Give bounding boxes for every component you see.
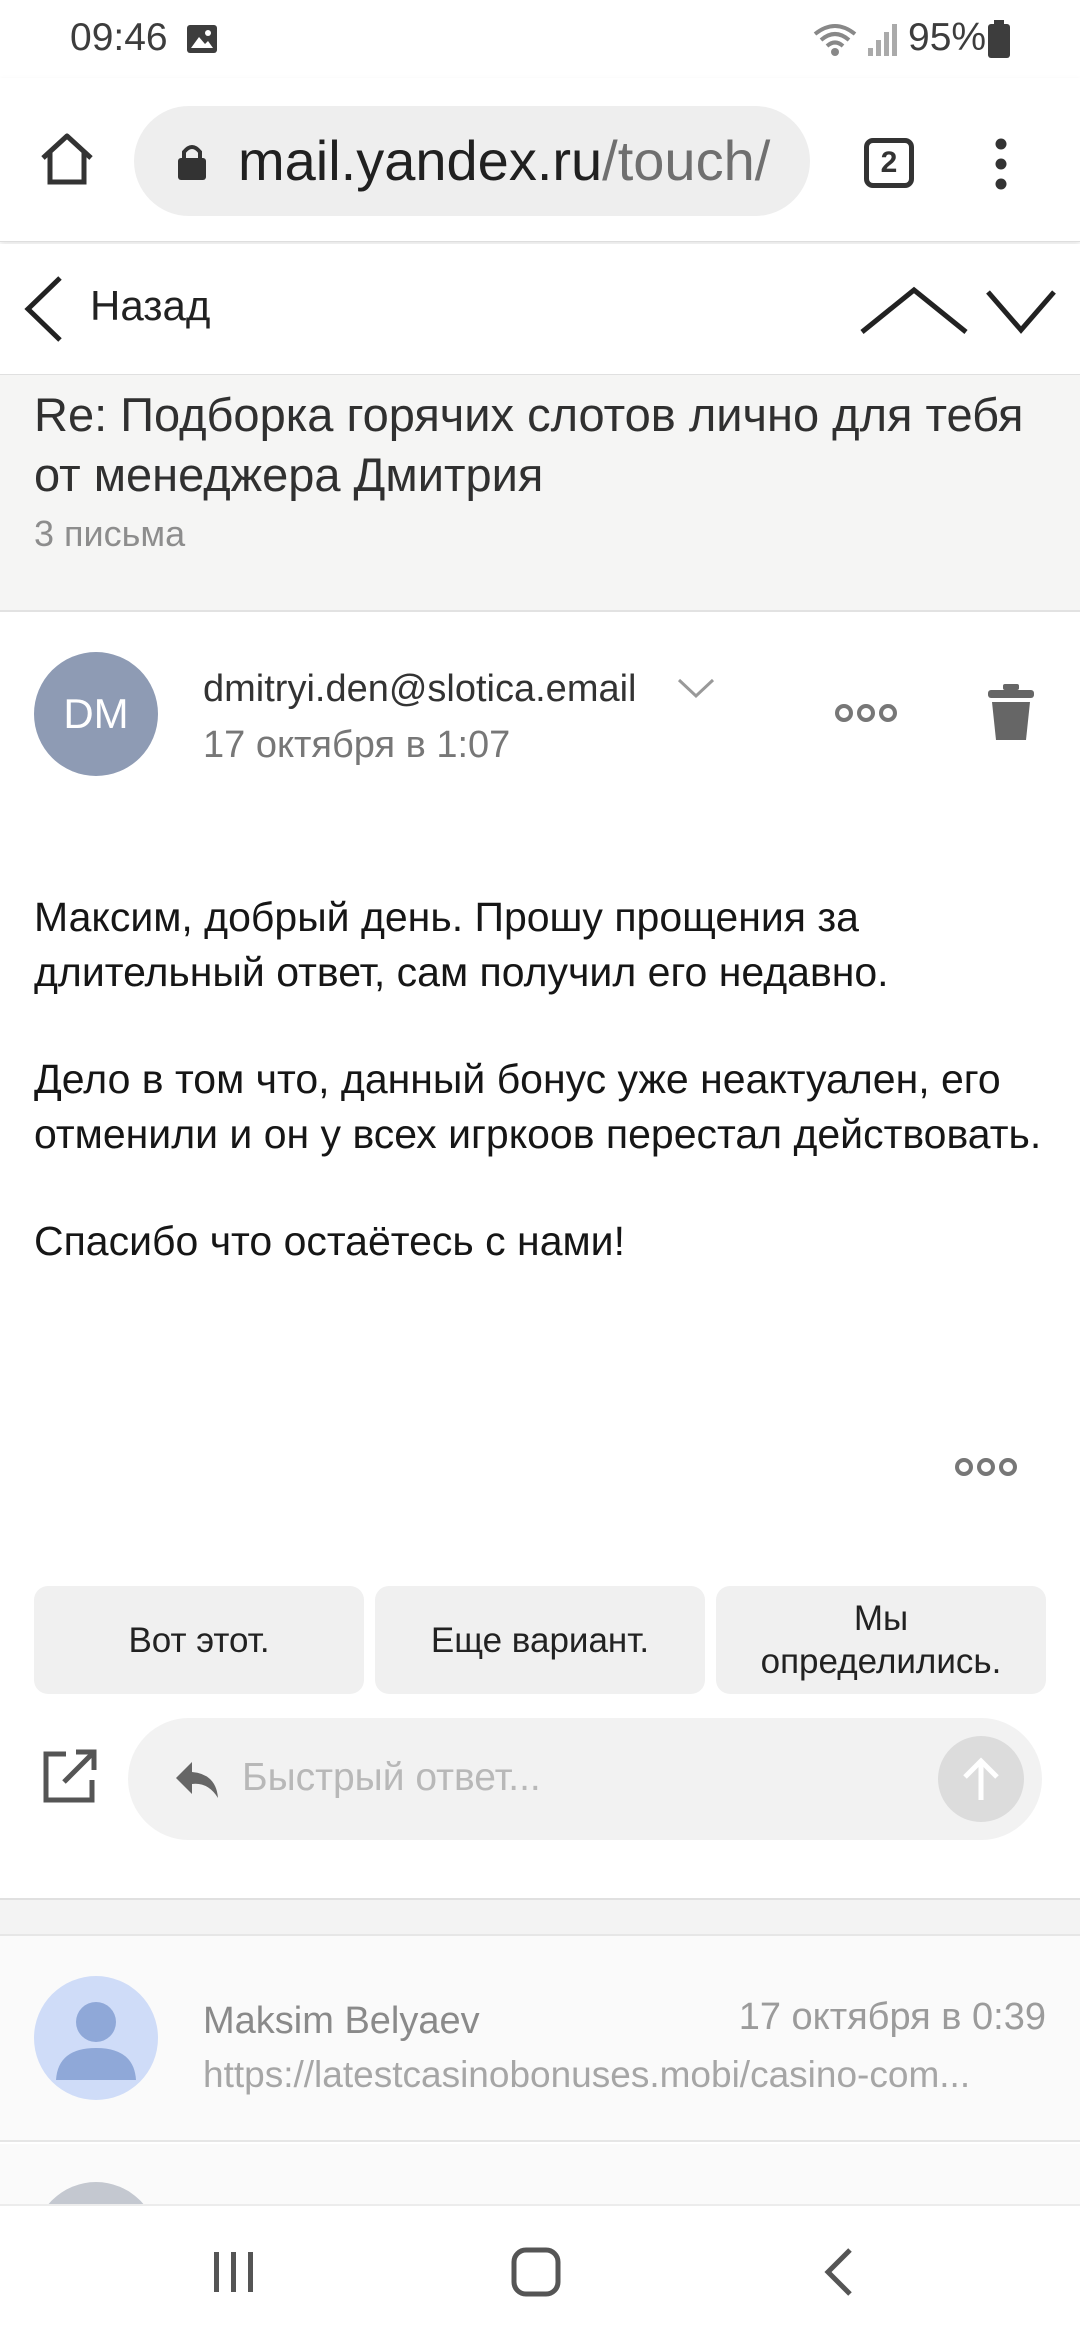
avatar-initials: DM: [63, 690, 129, 737]
quick-reply-button[interactable]: Еще вариант.: [375, 1586, 705, 1694]
mail-nav-header: Назад: [0, 244, 1080, 374]
quick-reply-button[interactable]: Вот этот.: [34, 1586, 364, 1694]
home-icon[interactable]: [38, 130, 96, 188]
arrow-up-icon: [963, 1757, 999, 1800]
avatar: [34, 2182, 158, 2204]
tab-count: 2: [880, 146, 898, 179]
wifi-icon: [813, 24, 857, 56]
chevron-up-icon[interactable]: [858, 282, 970, 340]
system-nav-bar: [0, 2204, 1080, 2340]
collapsed-snippet: https://latestcasinobonuses.mobi/casino-…: [203, 2054, 971, 2095]
user-avatar-icon: [34, 1976, 158, 2100]
more-vertical-icon[interactable]: [990, 136, 1012, 192]
send-button[interactable]: [938, 1736, 1024, 1822]
back-icon[interactable]: [824, 2246, 854, 2298]
lock-icon: [178, 145, 206, 180]
url-text: mail.yandex.ru/touch/: [238, 128, 770, 193]
url-path: /touch/: [602, 129, 771, 192]
url-domain: mail.yandex.ru: [238, 129, 603, 192]
address-bar[interactable]: mail.yandex.ru/touch/: [134, 106, 810, 216]
message-paragraph: Максим, добрый день. Прошу прощения за д…: [34, 894, 889, 995]
quick-reply-button[interactable]: Мы определились.: [716, 1586, 1046, 1694]
status-time: 09:46: [70, 16, 168, 59]
quick-reply-input[interactable]: Быстрый ответ...: [128, 1718, 1042, 1840]
message-date: 17 октября в 1:07: [203, 724, 511, 766]
sender-avatar: DM: [34, 652, 158, 776]
back-button[interactable]: Назад: [90, 282, 210, 330]
tabs-count-icon[interactable]: 2: [864, 138, 914, 188]
open-full-reply-icon[interactable]: [42, 1748, 98, 1804]
thread-separator: [0, 1898, 1080, 1936]
battery-percent: 95%: [908, 16, 987, 59]
more-horizontal-icon[interactable]: [954, 1456, 1018, 1478]
collapsed-sender: Maksim Belyaev: [203, 2000, 480, 2042]
signal-icon: [868, 24, 897, 56]
image-notification-icon: [187, 25, 217, 53]
thread-count: 3 письма: [34, 513, 186, 554]
message-paragraph: Дело в том что, данный бонус уже неактуа…: [34, 1056, 1042, 1157]
more-horizontal-icon[interactable]: [834, 702, 898, 724]
expand-details-icon[interactable]: [676, 676, 716, 700]
collapsed-message[interactable]: Maksim Belyaev 17 октября в 0:39 https:/…: [0, 1936, 1080, 2142]
thread-subject: Re: Подборка горячих слотов лично для те…: [34, 388, 1024, 501]
sender-email[interactable]: dmitryi.den@slotica.email: [203, 668, 637, 711]
home-button-icon[interactable]: [510, 2246, 562, 2298]
reply-placeholder: Быстрый ответ...: [242, 1756, 541, 1799]
reply-icon: [176, 1762, 218, 1798]
recent-apps-icon[interactable]: [212, 2250, 256, 2294]
chevron-left-icon[interactable]: [22, 274, 66, 344]
message-body: Максим, добрый день. Прошу прощения за д…: [34, 890, 1054, 1321]
collapsed-date: 17 октября в 0:39: [738, 1996, 1046, 2038]
message-paragraph: Спасибо что остаётесь с нами!: [34, 1218, 625, 1264]
status-bar: 09:46 95%: [0, 0, 1080, 78]
trash-icon[interactable]: [986, 684, 1036, 742]
chevron-down-icon[interactable]: [984, 282, 1058, 340]
thread-header: Re: Подборка горячих слотов лично для те…: [0, 374, 1080, 612]
collapsed-message-peek[interactable]: [0, 2144, 1080, 2204]
battery-icon: [988, 20, 1010, 58]
browser-toolbar: mail.yandex.ru/touch/ 2: [0, 78, 1080, 242]
